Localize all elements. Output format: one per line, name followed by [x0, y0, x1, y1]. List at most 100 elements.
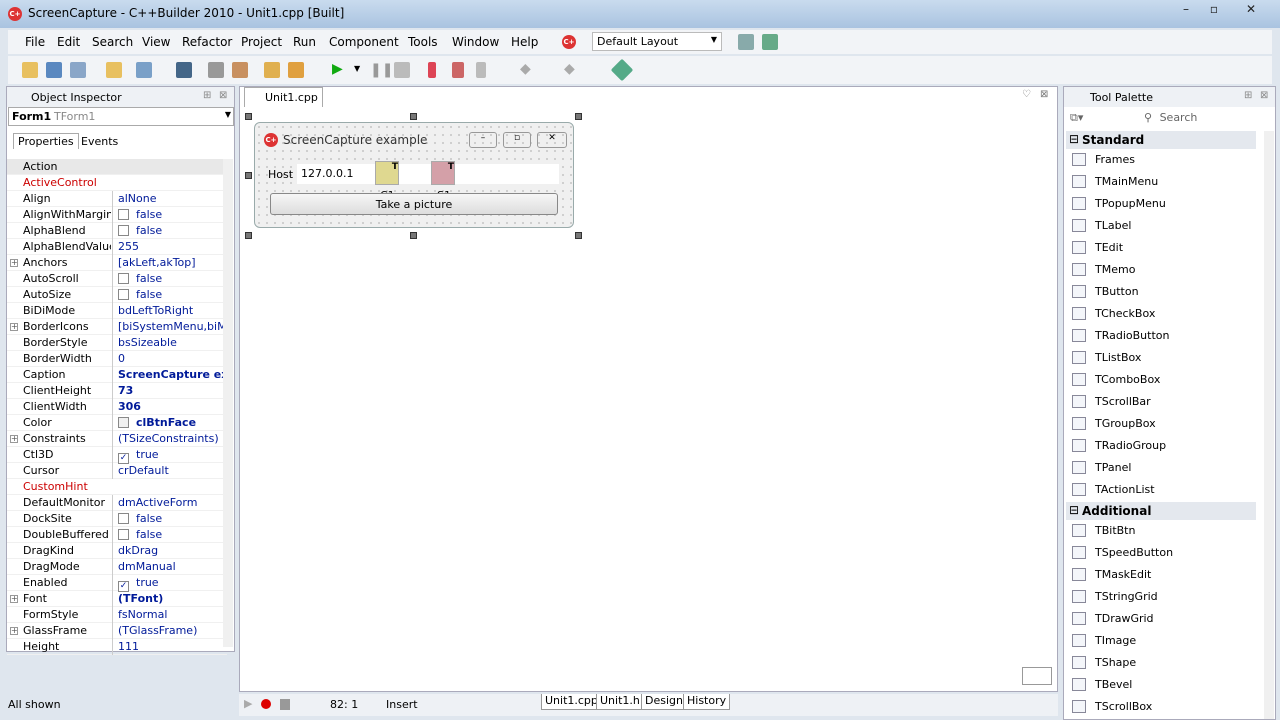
tcp-server-component[interactable]: T — [431, 161, 455, 185]
palette-search[interactable]: ⚲ Search — [1140, 109, 1260, 127]
bottom-tab-design[interactable]: Design — [641, 694, 687, 710]
property-value[interactable]: 255 — [112, 239, 226, 255]
property-row[interactable]: DockSite false — [7, 511, 227, 527]
close-panel-icon[interactable]: ⊠ — [1260, 90, 1268, 101]
menu-refactor[interactable]: Refactor — [182, 35, 232, 49]
property-value[interactable]: crDefault — [112, 463, 226, 479]
property-row[interactable]: DoubleBuffered false — [7, 527, 227, 543]
back-icon[interactable]: ◆ — [520, 61, 531, 77]
property-row[interactable]: Align alNone — [7, 191, 227, 207]
categories-menu-icon[interactable]: ⧉▾ — [1070, 111, 1083, 125]
property-row[interactable]: + Anchors [akLeft,akTop] — [7, 255, 227, 271]
host-edit[interactable]: 127.0.0.1 — [297, 164, 559, 184]
menu-help[interactable]: Help — [511, 35, 538, 49]
designed-form[interactable]: C+ ScreenCapture example – ▫ ✕ Host 127.… — [254, 122, 574, 228]
menu-search[interactable]: Search — [92, 35, 133, 49]
tab-list-icon[interactable]: ♡ — [1022, 89, 1031, 100]
view-unit-icon[interactable] — [208, 62, 224, 78]
expand-icon[interactable]: + — [10, 323, 18, 331]
save-icon[interactable] — [176, 62, 192, 78]
property-row[interactable]: AlphaBlendValue 255 — [7, 239, 227, 255]
property-value[interactable]: false — [112, 527, 226, 543]
property-row[interactable]: DragMode dmManual — [7, 559, 227, 575]
checkbox[interactable] — [118, 209, 129, 220]
collapse-icon[interactable]: ⊟ — [1069, 132, 1079, 146]
property-value[interactable]: 111 — [112, 639, 226, 655]
scrollbar[interactable] — [223, 159, 233, 647]
checkbox[interactable] — [118, 529, 129, 540]
resize-handle[interactable] — [245, 232, 252, 239]
property-value[interactable]: 0 — [112, 351, 226, 367]
property-value[interactable]: fsNormal — [112, 607, 226, 623]
expand-icon[interactable]: + — [10, 435, 18, 443]
record-macro-icon[interactable] — [261, 699, 271, 709]
property-row[interactable]: BorderWidth 0 — [7, 351, 227, 367]
property-row[interactable]: + GlassFrame (TGlassFrame) — [7, 623, 227, 639]
property-row[interactable]: DefaultMonitor dmActiveForm — [7, 495, 227, 511]
property-value[interactable]: false — [112, 207, 226, 223]
host-label[interactable]: Host — [268, 168, 293, 181]
close-panel-icon[interactable]: ⊠ — [219, 90, 227, 101]
property-row[interactable]: BorderStyle bsSizeable — [7, 335, 227, 351]
save-desktop-icon[interactable] — [738, 34, 754, 50]
property-row[interactable]: FormStyle fsNormal — [7, 607, 227, 623]
property-value[interactable]: ✓ true — [112, 575, 226, 592]
property-value[interactable]: ScreenCapture example — [112, 367, 226, 383]
new-items-icon[interactable] — [22, 62, 38, 78]
property-value[interactable]: (TSizeConstraints) — [112, 431, 226, 447]
menu-window[interactable]: Window — [452, 35, 499, 49]
checkbox[interactable] — [118, 289, 129, 300]
resize-handle[interactable] — [245, 113, 252, 120]
property-row[interactable]: AutoScroll false — [7, 271, 227, 287]
run-icon[interactable]: ▶ — [332, 61, 343, 77]
expand-icon[interactable]: + — [10, 627, 18, 635]
expand-icon[interactable]: + — [10, 595, 18, 603]
stop-icon[interactable] — [394, 62, 410, 78]
bottom-tab-unit1-h[interactable]: Unit1.h — [596, 694, 644, 710]
property-row[interactable]: Enabled ✓ true — [7, 575, 227, 592]
property-value[interactable]: false — [112, 223, 226, 239]
property-value[interactable]: [biSystemMenu,biMinimize,biMaximize] — [112, 319, 226, 335]
save-all-icon[interactable] — [70, 62, 86, 78]
property-row[interactable]: ActiveControl — [7, 175, 227, 191]
layout-select[interactable]: Default Layout ▼ — [592, 32, 722, 51]
trace-into-icon[interactable] — [428, 62, 436, 78]
checkbox[interactable] — [118, 273, 129, 284]
property-value[interactable]: clBtnFace — [112, 415, 226, 431]
set-debug-desktop-icon[interactable] — [762, 34, 778, 50]
property-value[interactable]: 73 — [112, 383, 226, 399]
maximize-button[interactable]: ▫ — [1200, 2, 1228, 20]
tcp-client-component[interactable]: T — [375, 161, 399, 185]
property-value[interactable]: (TGlassFrame) — [112, 623, 226, 639]
checkbox[interactable] — [118, 225, 129, 236]
minimize-button[interactable]: – — [1172, 2, 1200, 20]
help-book-icon[interactable] — [610, 58, 634, 82]
property-row[interactable]: Cursor crDefault — [7, 463, 227, 479]
property-value[interactable]: false — [112, 287, 226, 303]
scrollbar[interactable] — [1264, 131, 1274, 719]
property-value[interactable]: false — [112, 511, 226, 527]
property-row[interactable]: + Font (TFont) — [7, 591, 227, 607]
property-value[interactable]: ✓ true — [112, 447, 226, 464]
property-value[interactable]: bdLeftToRight — [112, 303, 226, 319]
tab-events[interactable]: Events — [77, 134, 122, 149]
property-row[interactable]: Caption ScreenCapture example — [7, 367, 227, 383]
remove-file-icon[interactable] — [288, 62, 304, 78]
menu-run[interactable]: Run — [293, 35, 316, 49]
bottom-tab-history[interactable]: History — [683, 694, 731, 710]
add-file-icon[interactable] — [264, 62, 280, 78]
property-value[interactable]: (TFont) — [112, 591, 226, 607]
property-row[interactable]: + Constraints (TSizeConstraints) — [7, 431, 227, 447]
menu-view[interactable]: View — [142, 35, 170, 49]
property-row[interactable]: CustomHint — [7, 479, 227, 495]
property-row[interactable]: Ctl3D ✓ true — [7, 447, 227, 464]
property-row[interactable]: ClientHeight 73 — [7, 383, 227, 399]
property-row[interactable]: AlphaBlend false — [7, 223, 227, 239]
bottom-tab-unit1-cpp[interactable]: Unit1.cpp — [541, 694, 602, 710]
property-row[interactable]: Action▼ — [7, 159, 227, 175]
stop-macro-icon[interactable] — [280, 699, 290, 710]
checkbox[interactable] — [118, 513, 129, 524]
tab-properties[interactable]: Properties — [13, 133, 79, 149]
play-macro-icon[interactable]: ▶ — [244, 697, 252, 710]
component-selector[interactable]: Form1 TForm1 ▼ — [8, 107, 234, 126]
